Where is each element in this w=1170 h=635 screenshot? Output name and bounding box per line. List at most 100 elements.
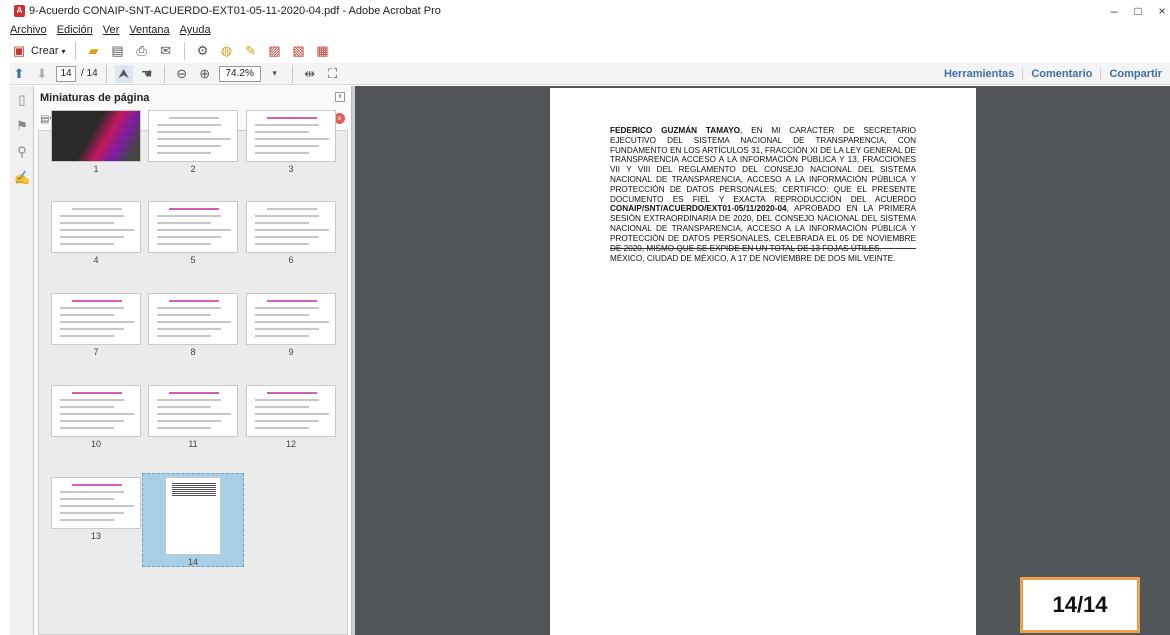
thumbnail-page-number: 10 bbox=[90, 439, 101, 449]
thumbnail-page-number: 4 bbox=[93, 255, 99, 265]
thumbnail-text-line bbox=[157, 152, 211, 154]
menu-ver[interactable]: Ver bbox=[103, 24, 120, 36]
pdf-create-icon[interactable]: ▧ bbox=[290, 42, 308, 60]
thumbnail-text-line bbox=[60, 321, 134, 323]
highlight-icon[interactable]: ✎ bbox=[242, 42, 260, 60]
thumbnail-text-line bbox=[60, 505, 134, 507]
thumbnail-text-line bbox=[72, 300, 122, 302]
right-toolbar-links: Herramientas Comentario Compartir bbox=[936, 63, 1170, 85]
fit-page-icon[interactable]: ⛶ bbox=[324, 65, 342, 83]
thumbnail-text-line bbox=[169, 208, 219, 210]
separator-line bbox=[610, 248, 916, 249]
thumbnail-text-line bbox=[267, 392, 317, 394]
thumbnail-text-line bbox=[255, 314, 309, 316]
thumbnail-text-line bbox=[60, 420, 124, 422]
thumbnail-page-number: 5 bbox=[190, 255, 196, 265]
print-icon[interactable]: ⎙ bbox=[133, 42, 151, 60]
menu-archivo[interactable]: Archivo bbox=[10, 24, 47, 36]
thumbnail-text-line bbox=[60, 328, 124, 330]
thumbnail-text-line bbox=[157, 215, 221, 217]
page-thumbnail[interactable] bbox=[246, 201, 336, 253]
comment-icon[interactable]: ◍ bbox=[218, 42, 236, 60]
thumbnail-text-line bbox=[60, 243, 114, 245]
main-toolbar: ▣ Crear ▾ ▰ ▤ ⎙ ✉ ⚙ ◍ ✎ ▨ ▧ ▦ bbox=[10, 40, 1170, 62]
thumbnail-text-line bbox=[60, 427, 114, 429]
pdf-app-icon: A bbox=[14, 5, 25, 17]
open-folder-icon[interactable]: ▰ bbox=[85, 42, 103, 60]
page-thumbnail[interactable] bbox=[148, 110, 238, 162]
navigation-toolbar: ⬆ ⬇ 14 / 14 ⮝ ☚ ⊖ ⊕ 74.2% ▾ ⇹ ⛶ Herramie… bbox=[10, 63, 1170, 85]
thumbnail-text-line bbox=[255, 236, 319, 238]
select-cursor-icon[interactable]: ⮝ bbox=[114, 64, 133, 83]
thumbnail-text-line bbox=[157, 328, 221, 330]
page-thumbnail[interactable] bbox=[51, 201, 141, 253]
page-thumbnails-icon[interactable]: ▯ bbox=[14, 92, 30, 108]
page-thumbnail[interactable] bbox=[148, 385, 238, 437]
page-thumbnail[interactable] bbox=[51, 477, 141, 529]
page-counter-badge: 14/14 bbox=[1020, 577, 1140, 633]
save-icon[interactable]: ▤ bbox=[109, 42, 127, 60]
zoom-in-icon[interactable]: ⊕ bbox=[196, 65, 214, 83]
page-number-input[interactable]: 14 bbox=[56, 65, 76, 82]
thumbnail-page-number: 9 bbox=[288, 347, 294, 357]
page-thumbnail[interactable] bbox=[246, 110, 336, 162]
page-thumbnail[interactable] bbox=[51, 293, 141, 345]
thumbnail-page-number: 1 bbox=[93, 164, 99, 174]
certification-text: FEDERICO GUZMÁN TAMAYO, EN MI CARÁCTER D… bbox=[610, 126, 916, 253]
toolbar-divider bbox=[105, 64, 107, 83]
fit-width-icon[interactable]: ⇹ bbox=[301, 65, 319, 83]
thumbnail-text-line bbox=[169, 300, 219, 302]
share-link[interactable]: Compartir bbox=[1100, 68, 1170, 80]
pdf-share-icon[interactable]: ▦ bbox=[314, 42, 332, 60]
window-title: 9-Acuerdo CONAIP-SNT-ACUERDO-EXT01-05-11… bbox=[29, 5, 441, 17]
thumbnail-text-line bbox=[157, 399, 221, 401]
page-thumbnail[interactable] bbox=[165, 477, 221, 555]
page-thumbnail[interactable] bbox=[148, 201, 238, 253]
settings-icon[interactable]: ⚙ bbox=[194, 42, 212, 60]
thumbnails-panel: Miniaturas de página › ▤▾ × 1 2 3 4 5 6 7 8 9 10 1… bbox=[34, 86, 352, 635]
menu-edicion[interactable]: Edición bbox=[57, 24, 93, 36]
thumbnail-page-number: 14 bbox=[187, 557, 198, 567]
page-thumbnail[interactable] bbox=[51, 110, 141, 162]
thumbnail-text-line bbox=[60, 229, 134, 231]
hand-tool-icon[interactable]: ☚ bbox=[138, 65, 156, 83]
chevron-down-icon: ▾ bbox=[61, 46, 66, 56]
comment-link[interactable]: Comentario bbox=[1022, 68, 1100, 80]
page-thumbnail[interactable] bbox=[51, 385, 141, 437]
thumbnail-page-number: 13 bbox=[90, 531, 101, 541]
zoom-level-input[interactable]: 74.2% bbox=[218, 65, 261, 82]
tools-link[interactable]: Herramientas bbox=[936, 68, 1022, 80]
email-icon[interactable]: ✉ bbox=[157, 42, 175, 60]
page-thumbnail[interactable] bbox=[246, 385, 336, 437]
create-button[interactable]: ▣ Crear ▾ bbox=[10, 42, 66, 60]
thumbnail-text-line bbox=[157, 236, 221, 238]
bookmarks-icon[interactable]: ⚑ bbox=[14, 118, 30, 134]
close-button[interactable]: × bbox=[1148, 0, 1170, 22]
menu-ventana[interactable]: Ventana bbox=[129, 24, 169, 36]
cover-image bbox=[52, 111, 140, 161]
document-view: FEDERICO GUZMÁN TAMAYO, EN MI CARÁCTER D… bbox=[355, 86, 1170, 635]
certification-body-1: , EN MI CARÁCTER DE SECRETARIO EJECUTIVO… bbox=[610, 126, 916, 204]
thumbnail-text-line bbox=[157, 335, 211, 337]
thumbnail-text-line bbox=[255, 321, 329, 323]
thumbnail-text-line bbox=[267, 300, 317, 302]
thumbnail-text-line bbox=[157, 229, 231, 231]
menu-ayuda[interactable]: Ayuda bbox=[180, 24, 211, 36]
place-and-date: MÉXICO, CIUDAD DE MÉXICO, A 17 DE NOVIEM… bbox=[610, 254, 896, 263]
previous-page-icon[interactable]: ⬆ bbox=[10, 65, 28, 83]
thumbnail-page-number: 2 bbox=[190, 164, 196, 174]
thumbnail-text-line bbox=[60, 307, 124, 309]
thumbnail-text-line bbox=[157, 307, 221, 309]
zoom-out-icon[interactable]: ⊖ bbox=[173, 65, 191, 83]
thumbnail-text-line bbox=[169, 117, 219, 119]
page-thumbnail[interactable] bbox=[148, 293, 238, 345]
zoom-dropdown-icon[interactable]: ▾ bbox=[266, 65, 284, 83]
pdf-export-icon[interactable]: ▨ bbox=[266, 42, 284, 60]
next-page-icon[interactable]: ⬇ bbox=[33, 65, 51, 83]
page-thumbnail[interactable] bbox=[246, 293, 336, 345]
thumbnail-text-line bbox=[72, 484, 122, 486]
attachments-icon[interactable]: ⚲ bbox=[14, 144, 30, 160]
collapse-panel-icon[interactable]: › bbox=[335, 92, 345, 102]
thumbnail-text-line bbox=[157, 413, 231, 415]
signatures-icon[interactable]: ✍ bbox=[14, 170, 30, 186]
